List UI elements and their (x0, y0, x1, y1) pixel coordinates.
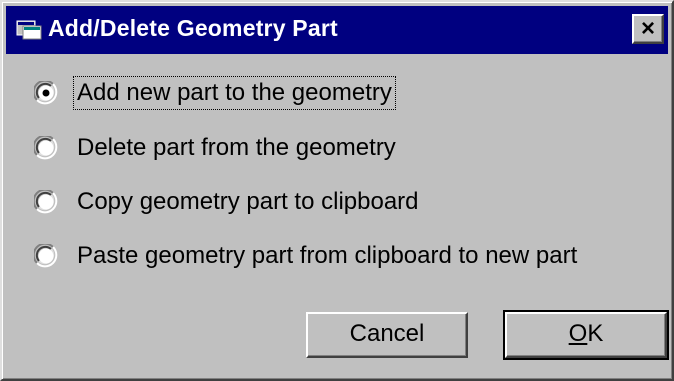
radio-selected-icon (34, 81, 58, 105)
radio-delete-part[interactable] (34, 136, 58, 160)
radio-add-new-part[interactable] (34, 81, 58, 105)
cancel-button[interactable]: Cancel (306, 312, 468, 358)
option-delete-part[interactable]: Delete part from the geometry (34, 130, 399, 166)
option-label: Add new part to the geometry (73, 76, 396, 110)
option-copy-to-clipboard[interactable]: Copy geometry part to clipboard (34, 184, 422, 220)
ok-label-rest: K (587, 320, 604, 347)
dialog-title: Add/Delete Geometry Part (48, 15, 338, 41)
radio-copy-to-clipboard[interactable] (34, 190, 58, 214)
app-window-icon (16, 20, 42, 40)
add-delete-geometry-dialog: Add/Delete Geometry Part × Add new part … (0, 0, 674, 381)
radio-unselected-icon (34, 190, 58, 214)
ok-button[interactable]: OK (503, 310, 669, 360)
ok-mnemonic: O (568, 320, 588, 347)
ok-button-label: OK (569, 320, 604, 347)
option-paste-from-clipboard[interactable]: Paste geometry part from clipboard to ne… (34, 238, 580, 274)
radio-paste-from-clipboard[interactable] (34, 244, 58, 268)
radio-unselected-icon (34, 136, 58, 160)
title-bar[interactable]: Add/Delete Geometry Part × (6, 6, 668, 54)
option-label: Copy geometry part to clipboard (77, 188, 419, 215)
close-button[interactable]: × (632, 14, 664, 44)
option-label: Delete part from the geometry (77, 134, 396, 161)
option-label: Paste geometry part from clipboard to ne… (77, 242, 578, 269)
close-icon: × (640, 15, 655, 42)
option-add-new-part[interactable]: Add new part to the geometry (34, 75, 396, 111)
radio-unselected-icon (34, 244, 58, 268)
